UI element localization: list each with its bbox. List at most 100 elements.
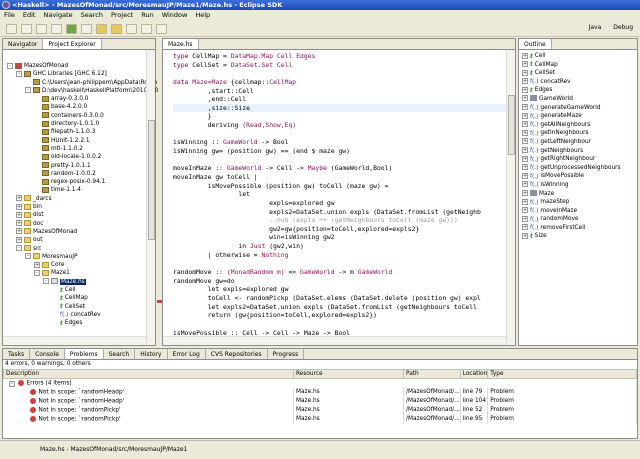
outline-item[interactable]: + f(.) getNeighbours — [519, 147, 637, 156]
outline-item[interactable]: + GameWorld — [519, 95, 637, 104]
run-icon[interactable] — [66, 23, 77, 34]
menu-run[interactable]: Run — [141, 10, 153, 21]
column-header-resource[interactable]: Resource — [293, 369, 404, 379]
tree-item[interactable]: + _darcs — [3, 195, 155, 203]
outline-item[interactable]: + f(.) getRightNeighbour — [519, 155, 637, 164]
expand-toggle[interactable]: + — [522, 215, 528, 222]
menu-project[interactable]: Project — [111, 10, 133, 21]
perspective-java[interactable]: Java — [586, 23, 605, 32]
expand-toggle[interactable]: + — [34, 261, 40, 268]
tab-navigator[interactable]: Navigator — [3, 39, 44, 49]
tab-tasks[interactable]: Tasks — [3, 349, 31, 359]
open-type-icon[interactable] — [96, 23, 107, 34]
tree-item[interactable]: array-0.3.0.0 — [3, 95, 155, 103]
expand-toggle[interactable]: + — [522, 86, 528, 93]
tree-item[interactable]: + MazesOfMonad — [3, 228, 155, 236]
expand-toggle[interactable]: + — [522, 69, 528, 76]
tree-item[interactable]: filepath-1.1.0.3 — [3, 128, 155, 136]
column-header-location[interactable]: Location — [459, 369, 489, 379]
outline-item[interactable]: + t Edges — [519, 86, 637, 95]
tab-console[interactable]: Console — [30, 349, 65, 359]
perspective-debug[interactable]: Debug — [610, 23, 636, 32]
external-tools-icon[interactable] — [81, 23, 92, 34]
menu-edit[interactable]: Edit — [23, 10, 36, 21]
expand-toggle[interactable]: + — [522, 198, 528, 205]
expand-toggle[interactable]: + — [522, 95, 528, 102]
expand-toggle[interactable]: + — [522, 181, 528, 188]
expand-toggle[interactable]: + — [522, 207, 528, 214]
tree-item[interactable]: - src — [3, 245, 155, 253]
menu-file[interactable]: File — [4, 10, 15, 21]
outline-item[interactable]: + f(.) concatRev — [519, 78, 637, 87]
column-header-path[interactable]: Path — [403, 369, 461, 379]
outline-item[interactable]: + f(.) generateMaze — [519, 112, 637, 121]
outline-item[interactable]: + t CellMap — [519, 61, 637, 70]
outline-item[interactable]: + t Cell — [519, 52, 637, 61]
outline-item[interactable]: + f(.) getInNeighbours — [519, 129, 637, 138]
expand-toggle[interactable]: + — [522, 61, 528, 68]
tree-item[interactable]: old-locale-1.0.0.2 — [3, 153, 155, 161]
column-header-description[interactable]: Description — [3, 369, 294, 379]
table-row[interactable]: Not in scope: `randomHeadp' Maze.hs/Mazes… — [3, 396, 637, 406]
expand-toggle[interactable]: + — [16, 211, 22, 218]
tree-item[interactable]: containers-0.3.0.0 — [3, 112, 155, 120]
tree-item[interactable]: - Maze.hs — [3, 278, 155, 286]
tree-item[interactable]: + bin — [3, 203, 155, 211]
table-row[interactable]: Not in scope: `randomPickp' Maze.hs/Mazes… — [3, 405, 637, 415]
expand-toggle[interactable]: - — [7, 62, 13, 69]
tree-item[interactable]: base-4.2.0.0 — [3, 103, 155, 111]
tree-item[interactable]: t Cell — [3, 286, 155, 294]
outline-item[interactable]: + f(.) isWinning — [519, 181, 637, 190]
expand-toggle[interactable]: - — [16, 70, 22, 77]
menu-window[interactable]: Window — [162, 10, 188, 21]
expand-toggle[interactable]: + — [522, 129, 528, 136]
tree-item[interactable]: - Maze1 — [3, 269, 155, 277]
print-icon[interactable] — [36, 23, 47, 34]
expand-toggle[interactable]: + — [522, 78, 528, 85]
tree-item[interactable]: directory-1.0.1.0 — [3, 120, 155, 128]
table-row[interactable]: Not in scope: `randomPickp' Maze.hs/Mazes… — [3, 414, 637, 424]
tab-project-explorer[interactable]: Project Explorer — [43, 39, 102, 49]
expand-toggle[interactable]: + — [522, 155, 528, 162]
tab-problems[interactable]: Problems — [64, 349, 104, 359]
expand-toggle[interactable]: + — [16, 195, 22, 202]
expand-toggle[interactable]: - — [34, 269, 40, 276]
menu-help[interactable]: Help — [195, 10, 210, 21]
tab-cvs-repositories[interactable]: CVS Repositories — [206, 349, 268, 359]
save-icon[interactable] — [21, 23, 32, 34]
outline-item[interactable]: + Maze — [519, 190, 637, 199]
tree-item[interactable]: regex-posix-0.94.1 — [3, 178, 155, 186]
tab-maze-hs[interactable]: Maze.hs — [163, 39, 199, 49]
outline-item[interactable]: + f(.) getLeftNeighbour — [519, 138, 637, 147]
column-header-type[interactable]: Type — [487, 369, 637, 379]
tab-error-log[interactable]: Error Log — [168, 349, 206, 359]
tab-progress[interactable]: Progress — [268, 349, 305, 359]
tab-outline[interactable]: Outline — [519, 39, 552, 49]
expand-toggle[interactable]: - — [16, 245, 22, 252]
outline-item[interactable]: + f(.) isMovePossible — [519, 172, 637, 181]
horizontal-scrollbar[interactable] — [3, 336, 146, 345]
outline-item[interactable]: + f(.) generateGameWorld — [519, 104, 637, 113]
tree-item[interactable]: mtl-1.1.0.2 — [3, 145, 155, 153]
tree-item[interactable]: random-1.0.0.2 — [3, 170, 155, 178]
table-row[interactable]: Not in scope: `randomHeadp' Maze.hs/Mazes… — [3, 387, 637, 397]
expand-toggle[interactable]: + — [16, 228, 22, 235]
tree-item[interactable]: - MoresmauJP — [3, 253, 155, 261]
tree-item[interactable]: t CellMap — [3, 294, 155, 302]
horizontal-scrollbar[interactable] — [163, 336, 506, 345]
outline-item[interactable]: + f(.) removeFirstCell — [519, 224, 637, 233]
expand-toggle[interactable]: - — [25, 253, 31, 260]
tree-item[interactable]: + out — [3, 236, 155, 244]
expand-toggle[interactable]: + — [522, 164, 528, 171]
back-icon[interactable] — [141, 23, 152, 34]
code-editor[interactable]: type CellMap = DataMap.Map Cell Edges typ… — [163, 50, 515, 337]
menu-navigate[interactable]: Navigate — [43, 10, 72, 21]
tree-item[interactable]: + doc — [3, 220, 155, 228]
tree-item[interactable]: + dist — [3, 211, 155, 219]
expand-toggle[interactable]: + — [522, 52, 528, 59]
expand-toggle[interactable]: + — [522, 121, 528, 128]
expand-toggle[interactable]: + — [522, 147, 528, 154]
tree-item[interactable]: time-1.1.4 — [3, 186, 155, 194]
expand-toggle[interactable]: + — [522, 224, 528, 231]
expand-toggle[interactable]: + — [16, 236, 22, 243]
